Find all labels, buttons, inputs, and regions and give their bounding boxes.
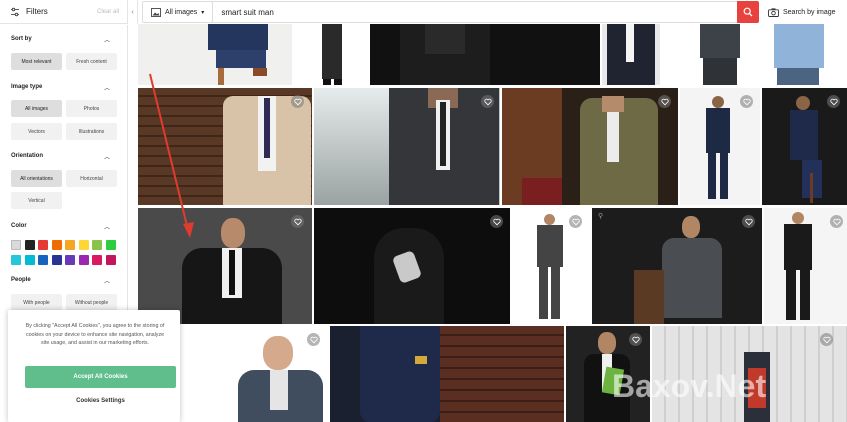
cookie-consent-dialog: By clicking "Accept All Cookies", you ag…: [8, 310, 180, 422]
page: Filters Clear all ‹ All images ▾ S: [0, 0, 847, 422]
watermark: Baxov.Net: [612, 368, 767, 404]
accept-all-cookies-button[interactable]: Accept All Cookies: [25, 366, 176, 388]
cookies-settings-button[interactable]: Cookies Settings: [25, 394, 176, 408]
cookie-text: By clicking "Accept All Cookies", you ag…: [25, 323, 165, 347]
